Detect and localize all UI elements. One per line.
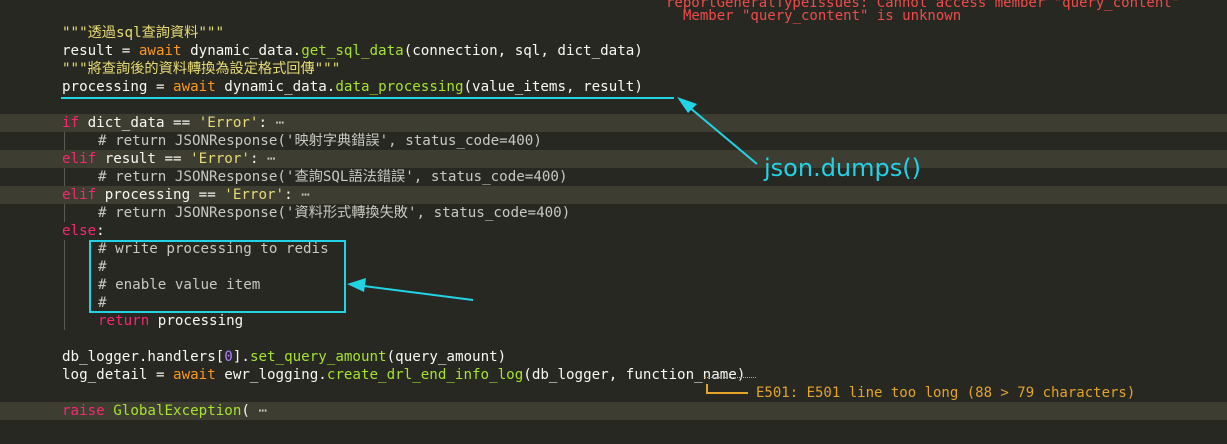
code-text: result = await dynamic_data.get_sql_data… xyxy=(62,43,643,59)
json-dumps-annotation: json.dumps() xyxy=(764,154,921,182)
highlight-underline xyxy=(61,97,674,99)
code-line[interactable]: log_detail = await ewr_logging.create_dr… xyxy=(0,366,1227,384)
code-text: else: xyxy=(62,223,105,239)
code-line[interactable]: processing = await dynamic_data.data_pro… xyxy=(0,78,1227,96)
code-line[interactable]: """將查詢後的資料轉換為設定格式回傳""" xyxy=(0,60,1227,78)
code-line[interactable]: else: xyxy=(0,222,1227,240)
code-text: elif result == 'Error': ⋯ xyxy=(62,151,276,167)
code-text: log_detail = await ewr_logging.create_dr… xyxy=(62,367,746,383)
code-line[interactable]: # return JSONResponse('查詢SQL語法錯誤', statu… xyxy=(0,168,1227,186)
code-line[interactable]: # return JSONResponse('映射字典錯誤', status_c… xyxy=(0,132,1227,150)
code-text: return processing xyxy=(98,313,244,329)
code-text: if dict_data == 'Error': ⋯ xyxy=(62,115,285,131)
code-line[interactable]: return processing xyxy=(0,312,1227,330)
code-line-folded[interactable]: elif result == 'Error': ⋯ xyxy=(0,150,1227,168)
indent-guide xyxy=(64,132,65,150)
docstring: """透過sql查詢資料""" xyxy=(62,25,224,41)
diagnostic-pointer xyxy=(706,384,748,394)
docstring: """將查詢後的資料轉換為設定格式回傳""" xyxy=(62,61,341,77)
e501-diagnostic: E501: E501 line too long (88 > 79 charac… xyxy=(756,385,1136,401)
code-text: elif processing == 'Error': ⋯ xyxy=(62,187,310,203)
code-line[interactable]: db_logger.handlers[0].set_query_amount(q… xyxy=(0,348,1227,366)
comment: # return JSONResponse('資料形式轉換失敗', status… xyxy=(98,205,571,221)
annotation-box xyxy=(89,240,346,313)
code-line[interactable]: result = await dynamic_data.get_sql_data… xyxy=(0,42,1227,60)
arrow-head-icon xyxy=(677,97,697,113)
code-line-folded[interactable]: if dict_data == 'Error': ⋯ xyxy=(0,114,1227,132)
indent-guide xyxy=(64,258,65,276)
indent-guide xyxy=(64,312,65,330)
indent-guide xyxy=(64,294,65,312)
lint-squiggle xyxy=(704,373,756,378)
indent-guide xyxy=(64,168,65,186)
code-line-folded[interactable]: raise GlobalException( ⋯ xyxy=(0,402,1227,420)
code-text: raise GlobalException( ⋯ xyxy=(62,403,268,419)
code-line[interactable]: # return JSONResponse('資料形式轉換失敗', status… xyxy=(0,204,1227,222)
comment: # return JSONResponse('查詢SQL語法錯誤', statu… xyxy=(98,169,568,185)
code-line[interactable]: """透過sql查詢資料""" xyxy=(0,24,1227,42)
fold-ellipsis: ⋯ xyxy=(301,187,310,203)
code-line-folded[interactable]: elif processing == 'Error': ⋯ xyxy=(0,186,1227,204)
code-text: processing = await dynamic_data.data_pro… xyxy=(62,79,643,95)
unknown-member-diagnostic: Member "query_content" is unknown xyxy=(683,8,962,24)
fold-ellipsis: ⋯ xyxy=(275,115,285,131)
indent-guide xyxy=(64,240,65,258)
fold-ellipsis: ⋯ xyxy=(267,151,276,167)
comment: # return JSONResponse('映射字典錯誤', status_c… xyxy=(98,133,542,149)
fold-ellipsis: ⋯ xyxy=(258,403,268,419)
code-text: db_logger.handlers[0].set_query_amount(q… xyxy=(62,349,507,365)
indent-guide xyxy=(64,276,65,294)
indent-guide xyxy=(64,204,65,222)
